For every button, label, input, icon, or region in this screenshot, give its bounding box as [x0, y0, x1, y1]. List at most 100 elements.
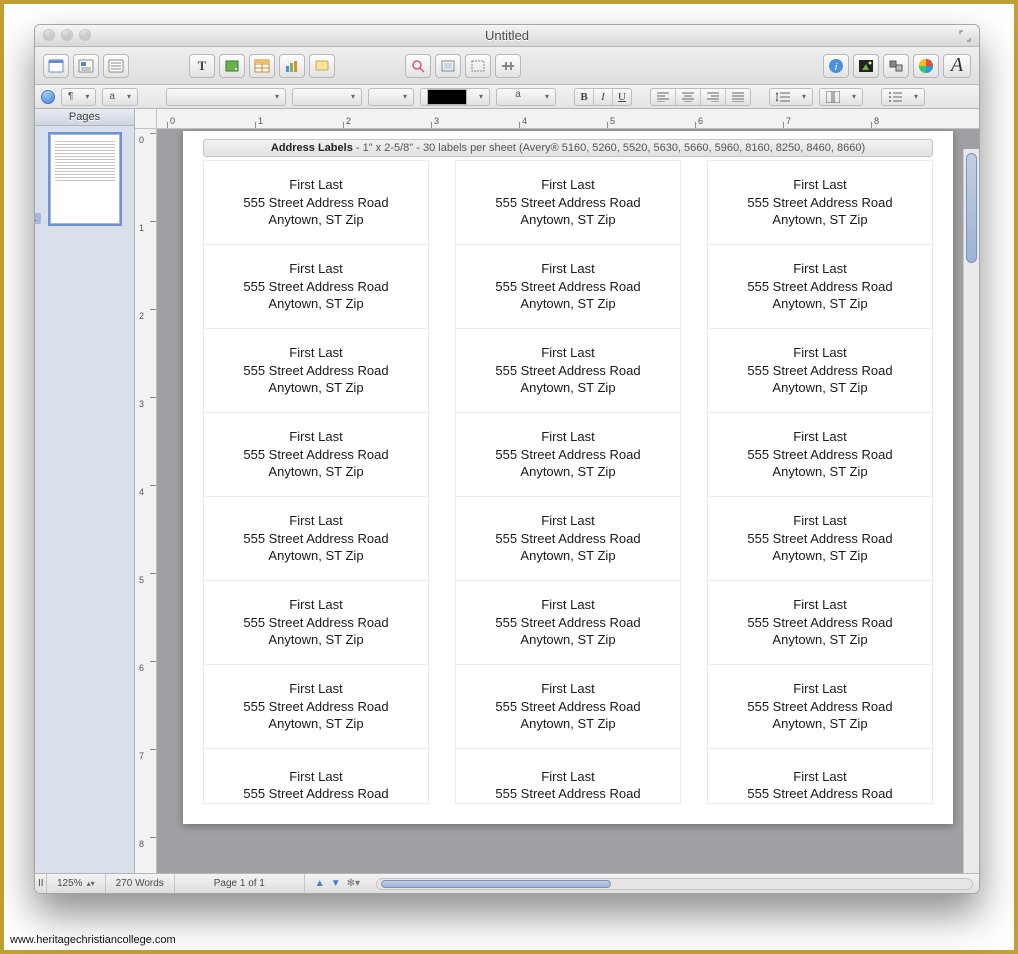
address-label-cell[interactable]: First Last555 Street Address RoadAnytown…: [707, 664, 933, 749]
label-street: 555 Street Address Road: [747, 614, 892, 632]
address-label-cell[interactable]: First Last555 Street Address RoadAnytown…: [707, 580, 933, 665]
outline-icon[interactable]: [73, 54, 99, 78]
address-label-cell[interactable]: First Last555 Street Address RoadAnytown…: [455, 244, 681, 329]
mask-icon[interactable]: [435, 54, 461, 78]
label-name: First Last: [793, 768, 846, 786]
vertical-scrollbar[interactable]: [963, 149, 979, 873]
watermark: www.heritagechristiancollege.com: [10, 934, 176, 946]
italic-button[interactable]: I: [594, 89, 612, 105]
text-color-button[interactable]: ▾: [420, 88, 490, 106]
char-style-menu[interactable]: a▾: [102, 88, 138, 106]
comment-icon[interactable]: [309, 54, 335, 78]
underline-button[interactable]: U: [613, 89, 631, 105]
label-city: Anytown, ST Zip: [520, 211, 615, 229]
address-label-cell[interactable]: First Last555 Street Address RoadAnytown…: [707, 244, 933, 329]
table-icon[interactable]: [249, 54, 275, 78]
para-style-menu[interactable]: ¶▾: [61, 88, 96, 106]
align-left-button[interactable]: [651, 89, 675, 105]
address-label-cell[interactable]: First Last555 Street Address RoadAnytown…: [203, 664, 429, 749]
app-window: Untitled T i: [34, 24, 980, 894]
bold-button[interactable]: B: [575, 89, 593, 105]
sections-icon[interactable]: [103, 54, 129, 78]
list-menu[interactable]: ▾: [881, 88, 925, 106]
address-label-cell[interactable]: First Last555 Street Address RoadAnytown…: [455, 160, 681, 245]
media-icon[interactable]: [853, 54, 879, 78]
label-city: Anytown, ST Zip: [268, 631, 363, 649]
columns-menu[interactable]: ▾: [819, 88, 863, 106]
label-street: 555 Street Address Road: [495, 278, 640, 296]
horizontal-scrollbar[interactable]: [376, 878, 973, 890]
ruler-h-label: 6: [698, 116, 703, 126]
colors-icon[interactable]: [883, 54, 909, 78]
address-label-cell[interactable]: First Last555 Street Address RoadAnytown…: [707, 412, 933, 497]
char-style-button[interactable]: a▾: [496, 88, 556, 106]
alpha-icon[interactable]: [465, 54, 491, 78]
ruler-v-label: 5: [139, 575, 144, 585]
address-label-cell[interactable]: First Last555 Street Address RoadAnytown…: [455, 328, 681, 413]
label-name: First Last: [289, 260, 342, 278]
address-label-cell[interactable]: First Last555 Street Address Road: [707, 748, 933, 804]
address-label-cell[interactable]: First Last555 Street Address RoadAnytown…: [455, 496, 681, 581]
traffic-lights: [43, 29, 91, 41]
address-label-cell[interactable]: First Last555 Street Address RoadAnytown…: [707, 160, 933, 245]
styles-drawer-button[interactable]: [41, 90, 55, 104]
color-picker-icon[interactable]: [913, 54, 939, 78]
document-canvas[interactable]: Address Labels - 1" x 2-5/8" - 30 labels…: [157, 129, 979, 873]
label-name: First Last: [289, 176, 342, 194]
view-icon[interactable]: [43, 54, 69, 78]
close-button[interactable]: [43, 29, 55, 41]
next-page-button[interactable]: ▼: [331, 878, 341, 889]
zoom-button[interactable]: [79, 29, 91, 41]
address-label-cell[interactable]: First Last555 Street Address RoadAnytown…: [455, 580, 681, 665]
address-label-cell[interactable]: First Last555 Street Address RoadAnytown…: [455, 664, 681, 749]
address-label-cell[interactable]: First Last555 Street Address RoadAnytown…: [707, 328, 933, 413]
address-label-cell[interactable]: First Last555 Street Address RoadAnytown…: [203, 244, 429, 329]
gear-icon[interactable]: ✻▾: [347, 878, 360, 889]
inspector-icon[interactable]: [405, 54, 431, 78]
biu-group: B I U: [574, 88, 632, 106]
align-right-button[interactable]: [701, 89, 725, 105]
fullscreen-icon[interactable]: [959, 30, 971, 42]
align-center-button[interactable]: [676, 89, 700, 105]
zoom-menu[interactable]: 125%▴▾: [47, 874, 106, 893]
vertical-scrollbar-thumb[interactable]: [966, 153, 977, 263]
canvas-column: 012345678 012345678 Address Labels - 1" …: [135, 109, 979, 873]
address-label-cell[interactable]: First Last555 Street Address RoadAnytown…: [203, 412, 429, 497]
minimize-button[interactable]: [61, 29, 73, 41]
address-label-cell[interactable]: First Last555 Street Address Road: [203, 748, 429, 804]
label-street: 555 Street Address Road: [747, 785, 892, 803]
fonts-icon[interactable]: A: [943, 54, 971, 78]
vertical-ruler[interactable]: 012345678: [135, 129, 157, 873]
label-city: Anytown, ST Zip: [772, 379, 867, 397]
address-label-cell[interactable]: First Last555 Street Address RoadAnytown…: [203, 580, 429, 665]
address-label-cell[interactable]: First Last555 Street Address RoadAnytown…: [455, 412, 681, 497]
label-name: First Last: [541, 176, 594, 194]
info-icon[interactable]: i: [823, 54, 849, 78]
text-box-icon[interactable]: T: [189, 54, 215, 78]
address-label-cell[interactable]: First Last555 Street Address RoadAnytown…: [203, 160, 429, 245]
page-thumbnail[interactable]: [50, 134, 120, 224]
horizontal-scrollbar-thumb[interactable]: [381, 880, 611, 888]
horizontal-ruler[interactable]: 012345678: [157, 109, 979, 129]
adjust-icon[interactable]: [495, 54, 521, 78]
align-justify-button[interactable]: [726, 89, 750, 105]
word-count[interactable]: 270 Words: [106, 874, 175, 893]
spacing-menu[interactable]: ▾: [769, 88, 813, 106]
body: Pages 1 012345678 012345678: [35, 109, 979, 873]
label-name: First Last: [793, 596, 846, 614]
prev-page-button[interactable]: ▲: [315, 878, 325, 889]
address-label-cell[interactable]: First Last555 Street Address RoadAnytown…: [203, 328, 429, 413]
page-indicator[interactable]: Page 1 of 1: [175, 874, 305, 893]
label-name: First Last: [541, 428, 594, 446]
address-label-cell[interactable]: First Last555 Street Address RoadAnytown…: [707, 496, 933, 581]
shapes-icon[interactable]: [219, 54, 245, 78]
font-style-menu[interactable]: ▾: [292, 88, 362, 106]
nav-buttons: ▲ ▼ ✻▾: [305, 874, 370, 893]
status-handle-icon: II: [35, 874, 47, 893]
address-label-cell[interactable]: First Last555 Street Address Road: [455, 748, 681, 804]
chart-icon[interactable]: [279, 54, 305, 78]
address-label-cell[interactable]: First Last555 Street Address RoadAnytown…: [203, 496, 429, 581]
font-size-menu[interactable]: ▾: [368, 88, 414, 106]
label-name: First Last: [793, 344, 846, 362]
font-family-menu[interactable]: ▾: [166, 88, 286, 106]
